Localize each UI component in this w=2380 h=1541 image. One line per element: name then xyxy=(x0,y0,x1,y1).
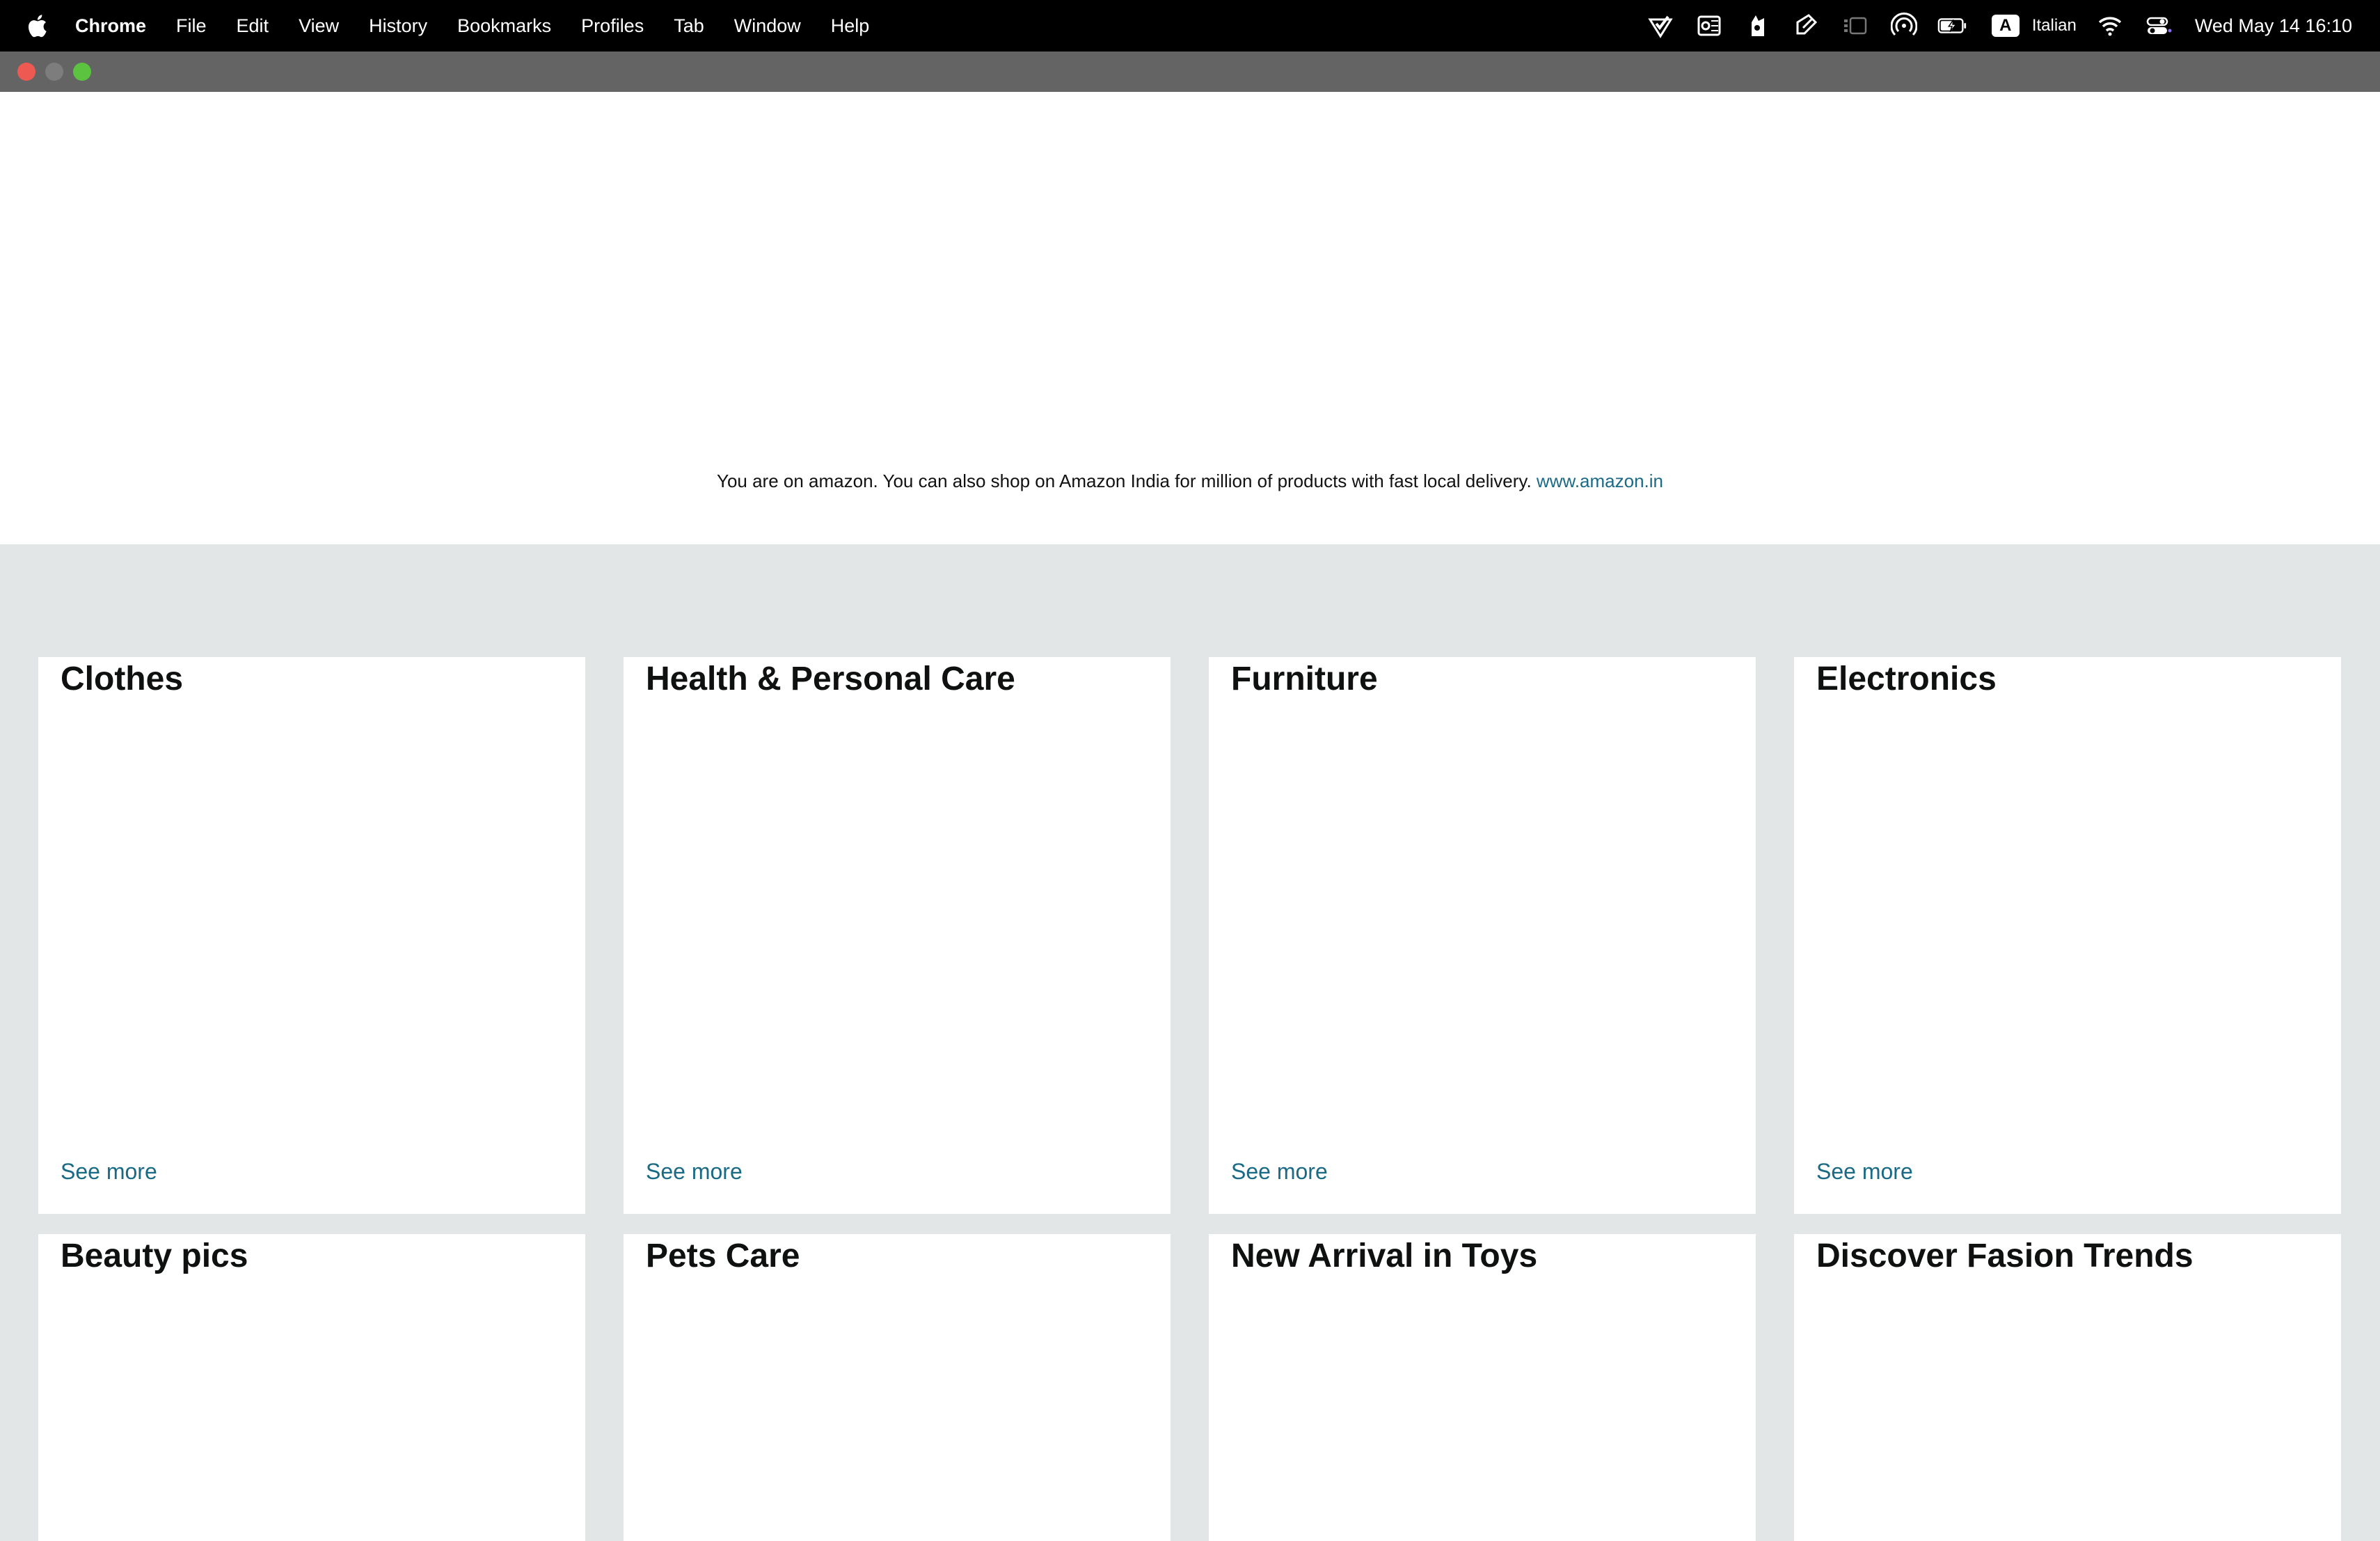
input-source-badge[interactable]: A xyxy=(1991,15,2020,37)
apple-icon[interactable] xyxy=(26,13,47,38)
category-card-pets: Pets Care xyxy=(624,1234,1171,1541)
category-card-fashion: Discover Fasion Trends xyxy=(1794,1234,2341,1541)
menu-file[interactable]: File xyxy=(176,15,207,37)
card-title[interactable]: Beauty pics xyxy=(61,1237,248,1275)
card-title[interactable]: Electronics xyxy=(1816,660,1997,698)
card-title[interactable]: New Arrival in Toys xyxy=(1231,1237,1537,1275)
wifi-icon[interactable] xyxy=(2095,10,2125,41)
outlook-icon[interactable] xyxy=(1694,10,1724,41)
category-card-furniture: Furniture See more xyxy=(1209,657,1756,1214)
airdrop-icon[interactable] xyxy=(1889,10,1919,41)
see-more-link[interactable]: See more xyxy=(1231,1159,1328,1185)
pen-tablet-icon[interactable] xyxy=(1791,10,1822,41)
menu-view[interactable]: View xyxy=(299,15,339,37)
card-title[interactable]: Discover Fasion Trends xyxy=(1816,1237,2193,1275)
locale-notice-text: You are on amazon. You can also shop on … xyxy=(716,471,1532,491)
window-minimize-button[interactable] xyxy=(45,63,63,81)
window-maximize-button[interactable] xyxy=(73,63,91,81)
menu-bar-clock[interactable]: Wed May 14 16:10 xyxy=(2195,15,2352,37)
vpn-check-icon[interactable] xyxy=(1645,10,1676,41)
card-title[interactable]: Furniture xyxy=(1231,660,1378,698)
category-card-electronics: Electronics See more xyxy=(1794,657,2341,1214)
stage-manager-icon[interactable] xyxy=(1840,10,1871,41)
see-more-link[interactable]: See more xyxy=(646,1159,743,1185)
menu-tab[interactable]: Tab xyxy=(674,15,704,37)
card-title[interactable]: Pets Care xyxy=(646,1237,800,1275)
category-card-health: Health & Personal Care See more xyxy=(624,657,1171,1214)
menu-edit[interactable]: Edit xyxy=(237,15,269,37)
page-content: You are on amazon. You can also shop on … xyxy=(0,92,2380,1541)
see-more-link[interactable]: See more xyxy=(61,1159,157,1185)
control-center-icon[interactable] xyxy=(2143,10,2174,41)
card-title[interactable]: Health & Personal Care xyxy=(646,660,1015,698)
amazon-india-link[interactable]: www.amazon.in xyxy=(1537,471,1663,491)
category-card-grid: Clothes See more Health & Personal Care … xyxy=(0,544,2380,1541)
see-more-link[interactable]: See more xyxy=(1816,1159,1913,1185)
card-title[interactable]: Clothes xyxy=(61,660,183,698)
battery-charging-icon[interactable] xyxy=(1937,10,1968,41)
category-card-beauty: Beauty pics xyxy=(38,1234,585,1541)
locale-notice: You are on amazon. You can also shop on … xyxy=(0,471,2380,492)
menu-bar-status-area: A Italian Wed May 14 16:10 xyxy=(1627,0,2380,52)
menu-app-name[interactable]: Chrome xyxy=(75,15,146,37)
menu-window[interactable]: Window xyxy=(734,15,801,37)
menu-history[interactable]: History xyxy=(369,15,427,37)
scrobbler-icon[interactable] xyxy=(1743,10,1773,41)
window-titlebar xyxy=(0,52,2380,92)
menu-bar-left: Chrome File Edit View History Bookmarks … xyxy=(0,0,899,52)
menu-profiles[interactable]: Profiles xyxy=(581,15,644,37)
category-card-toys: New Arrival in Toys xyxy=(1209,1234,1756,1541)
menu-help[interactable]: Help xyxy=(831,15,870,37)
category-card-clothes: Clothes See more xyxy=(38,657,585,1214)
menu-bookmarks[interactable]: Bookmarks xyxy=(457,15,551,37)
input-source-language[interactable]: Italian xyxy=(2032,16,2077,35)
window-close-button[interactable] xyxy=(17,63,35,81)
menu-bar: Chrome File Edit View History Bookmarks … xyxy=(0,0,2380,52)
